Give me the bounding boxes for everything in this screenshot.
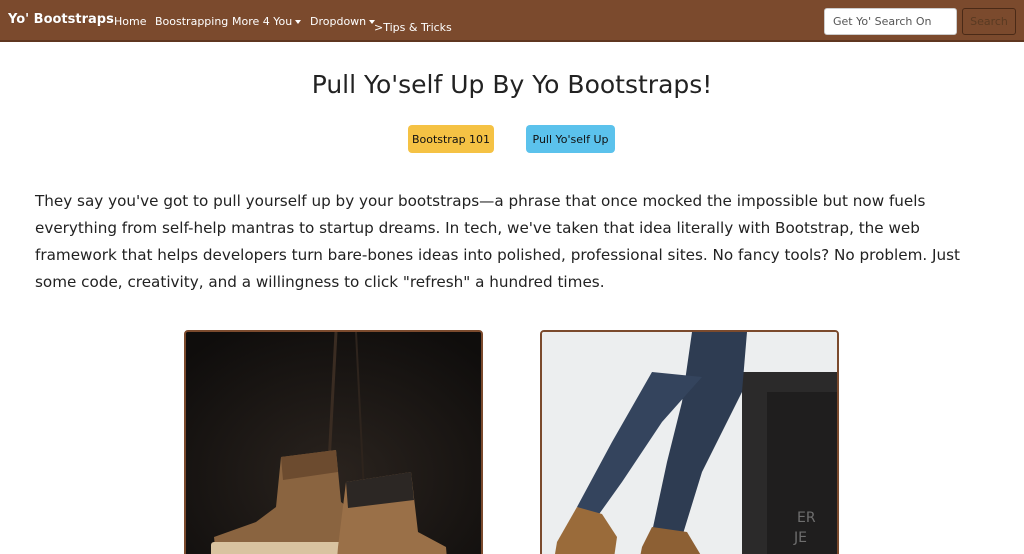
svg-text:ER: ER (797, 510, 816, 526)
nav-dropdown-label: Dropdown (310, 15, 367, 28)
nav-dropdown[interactable]: Dropdown (310, 15, 376, 28)
navbar: Yo' Bootstraps Home Boostrapping More 4 … (0, 0, 1024, 42)
boots-hanging-image (186, 332, 481, 554)
nav-link-boostrapping[interactable]: Boostrapping (155, 15, 228, 28)
svg-text:JE: JE (793, 530, 807, 546)
boots-seated-image: ER JE (542, 332, 837, 554)
chevron-down-icon (295, 20, 302, 24)
page-title: Pull Yo'self Up By Yo Bootstraps! (311, 70, 713, 99)
boots-photo-card (184, 330, 483, 554)
search-input[interactable] (824, 8, 957, 35)
search-button[interactable]: Search (962, 8, 1016, 35)
nav-link-home[interactable]: Home (114, 15, 146, 28)
bootstrap-101-button[interactable]: Bootstrap 101 (408, 125, 494, 153)
intro-paragraph: They say you've got to pull yourself up … (35, 192, 960, 291)
pull-yoself-up-button[interactable]: Pull Yo'self Up (526, 125, 615, 153)
brand-logo[interactable]: Yo' Bootstraps (8, 12, 114, 27)
nav-link-tips[interactable]: >Tips & Tricks (374, 21, 452, 34)
nav-dropdown-more[interactable]: More 4 You (232, 15, 302, 28)
nav-dropdown-more-label: More 4 You (232, 15, 293, 28)
boots-seated-photo-card: ER JE (540, 330, 839, 554)
